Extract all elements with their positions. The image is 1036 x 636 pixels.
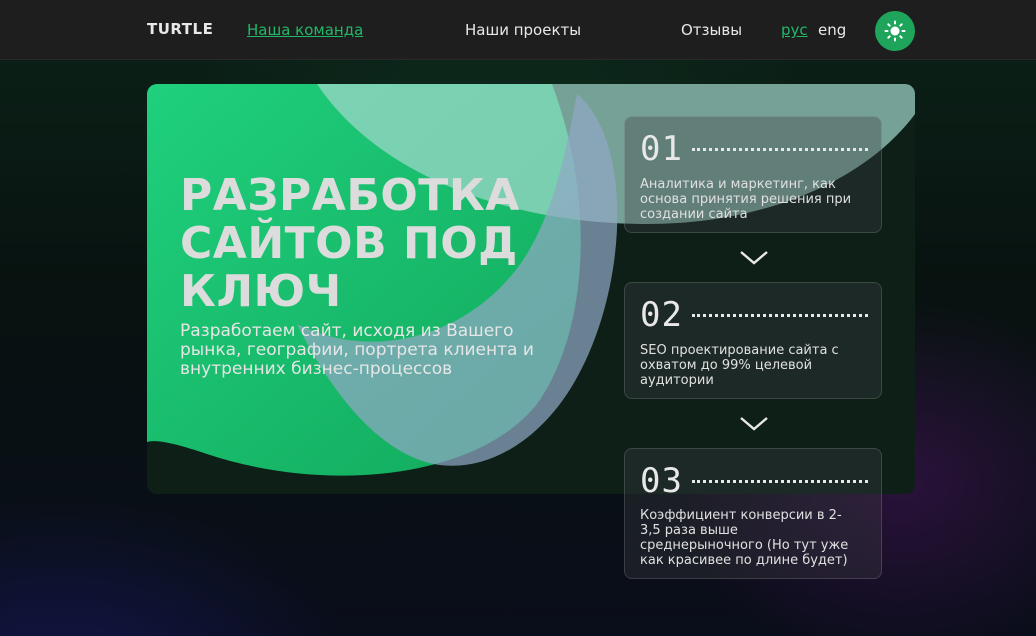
step-description: Коэффициент конверсии в 2- 3,5 раза выше… [640, 508, 849, 568]
nav-our-projects[interactable]: Наши проекты [465, 21, 581, 39]
nav-our-team[interactable]: Наша команда [247, 21, 363, 39]
dotted-divider [692, 314, 868, 317]
lang-ru-link[interactable]: рус [781, 21, 808, 39]
step-description: SEO проектирование сайта с охватом до 99… [640, 343, 839, 388]
chevron-down-icon [740, 417, 768, 431]
lang-en-link[interactable]: eng [818, 21, 846, 39]
nav-reviews[interactable]: Отзывы [681, 21, 742, 39]
step-number: 01 [640, 129, 683, 169]
step-number: 03 [640, 461, 683, 501]
dotted-divider [692, 148, 868, 151]
theme-toggle-button[interactable] [875, 11, 915, 51]
hero-subtitle: Разработаем сайт, исходя из Вашего рынка… [180, 321, 534, 379]
step-card-02: 02 SEO проектирование сайта с охватом до… [624, 282, 882, 399]
hero-title: РАЗРАБОТКА САЙТОВ ПОД КЛЮЧ [180, 170, 520, 317]
step-card-03: 03 Коэффициент конверсии в 2- 3,5 раза в… [624, 448, 882, 579]
step-number: 02 [640, 295, 683, 335]
top-navbar: TURTLE Наша команда Наши проекты Отзывы … [0, 0, 1036, 60]
chevron-down-icon [740, 251, 768, 265]
logo[interactable]: TURTLE [147, 20, 213, 38]
step-description: Аналитика и маркетинг, как основа принят… [640, 177, 852, 222]
step-card-01: 01 Аналитика и маркетинг, как основа при… [624, 116, 882, 233]
dotted-divider [692, 480, 868, 483]
sun-icon [884, 20, 906, 42]
